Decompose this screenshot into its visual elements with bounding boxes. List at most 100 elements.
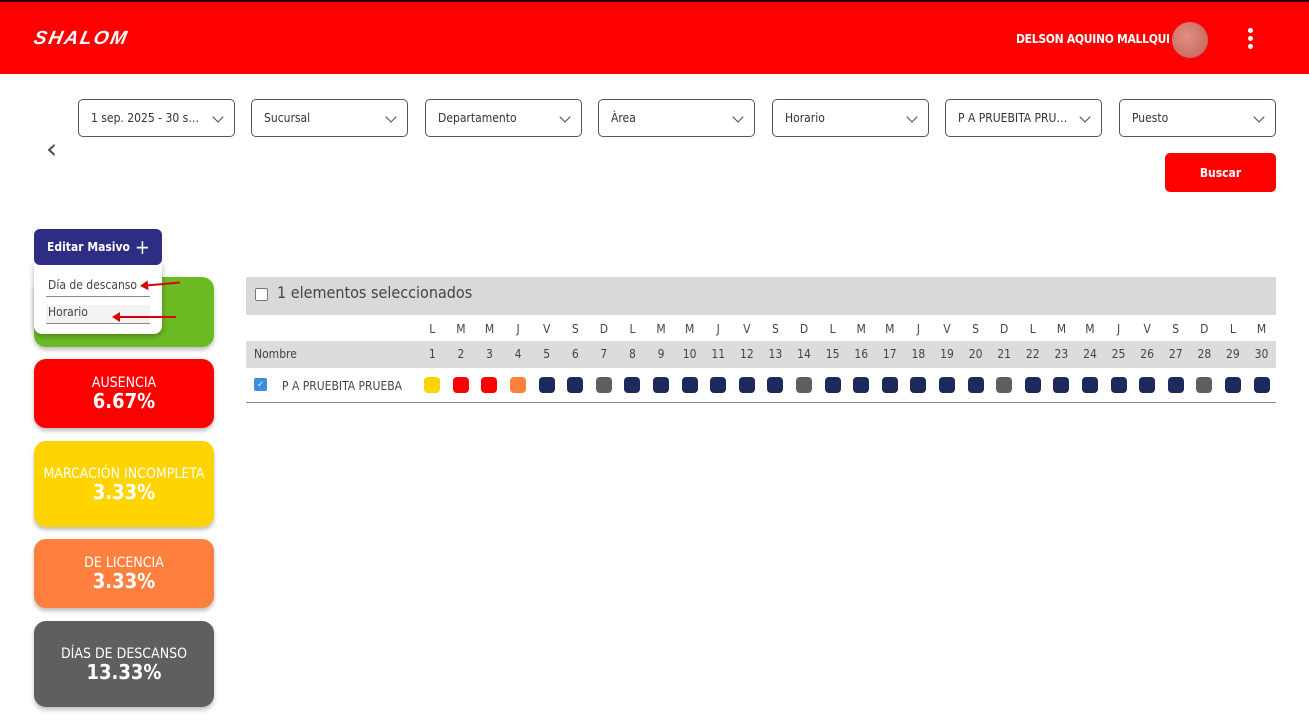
weekday-label: S xyxy=(761,318,790,341)
bulk-edit-button[interactable]: Editar Masivo+ xyxy=(34,229,162,265)
day-number: 25 xyxy=(1104,341,1133,368)
day-status-horario[interactable] xyxy=(739,377,755,393)
filter-value: Sucursal xyxy=(264,111,310,125)
day-status-descanso[interactable] xyxy=(1196,377,1212,393)
day-number: 8 xyxy=(618,341,647,368)
annotation-arrow xyxy=(118,316,176,318)
more-options-icon[interactable] xyxy=(1243,28,1257,52)
day-status-horario[interactable] xyxy=(1111,377,1127,393)
weekday-label: M xyxy=(1076,318,1105,341)
filter-horario[interactable]: Horario xyxy=(772,99,929,137)
day-status-horario[interactable] xyxy=(910,377,926,393)
filter-value: P A PRUEBITA PRUEBA xyxy=(958,111,1078,125)
day-status-descanso[interactable] xyxy=(996,377,1012,393)
filter-value: Àrea xyxy=(611,111,636,125)
summary-card[interactable]: AUSENCIA6.67% xyxy=(34,359,214,428)
filter-date-range[interactable]: 1 sep. 2025 - 30 sep. 2025 xyxy=(78,99,235,137)
day-number: 5 xyxy=(532,341,561,368)
menu-item-dia-de-descanso[interactable]: Día de descanso xyxy=(46,278,150,297)
card-percentage: 3.33% xyxy=(34,571,214,592)
day-status-horario[interactable] xyxy=(682,377,698,393)
weekday-label: V xyxy=(933,318,962,341)
day-status-licencia[interactable] xyxy=(510,377,526,393)
menu-item-horario[interactable]: Horario xyxy=(46,305,150,324)
day-status-horario[interactable] xyxy=(710,377,726,393)
summary-card[interactable]: DE LICENCIA3.33% xyxy=(34,539,214,608)
day-status-horario[interactable] xyxy=(1082,377,1098,393)
select-all-checkbox[interactable] xyxy=(255,288,268,301)
day-number: 6 xyxy=(561,341,590,368)
weekday-label: L xyxy=(418,318,447,341)
chevron-down-icon xyxy=(1079,111,1090,122)
day-status-incompleta[interactable] xyxy=(424,377,440,393)
day-status-horario[interactable] xyxy=(1225,377,1241,393)
day-status-horario[interactable] xyxy=(653,377,669,393)
selection-bar: 1 elementos seleccionados xyxy=(246,277,1276,315)
day-status-horario[interactable] xyxy=(767,377,783,393)
shalom-logo[interactable]: SHALOM xyxy=(32,28,131,50)
name-column-header: Nombre xyxy=(246,341,418,368)
day-status-horario[interactable] xyxy=(539,377,555,393)
card-percentage: 6.67% xyxy=(34,391,214,412)
day-status-horario[interactable] xyxy=(1139,377,1155,393)
day-status-horario[interactable] xyxy=(968,377,984,393)
weekday-label: M xyxy=(847,318,876,341)
search-button[interactable]: Buscar xyxy=(1165,153,1276,192)
weekday-label: D xyxy=(590,318,619,341)
day-number: 30 xyxy=(1247,341,1276,368)
day-status-horario[interactable] xyxy=(1025,377,1041,393)
weekday-label: M xyxy=(447,318,476,341)
day-status-horario[interactable] xyxy=(567,377,583,393)
weekday-label: J xyxy=(1104,318,1133,341)
day-status-descanso[interactable] xyxy=(796,377,812,393)
row-checkbox[interactable]: ✓ xyxy=(254,378,267,391)
filter-departamento[interactable]: Departamento xyxy=(425,99,582,137)
day-status-ausencia[interactable] xyxy=(481,377,497,393)
day-status-horario[interactable] xyxy=(624,377,640,393)
day-status-horario[interactable] xyxy=(882,377,898,393)
summary-card[interactable]: MARCACIÓN INCOMPLETA3.33% xyxy=(34,441,214,527)
day-status-ausencia[interactable] xyxy=(453,377,469,393)
top-bar: SHALOM DELSON AQUINO MALLQUI xyxy=(0,0,1309,74)
weekday-label: J xyxy=(504,318,533,341)
filter-puesto[interactable]: Puesto xyxy=(1119,99,1276,137)
day-number: 22 xyxy=(1018,341,1047,368)
day-number: 2 xyxy=(447,341,476,368)
day-number: 23 xyxy=(1047,341,1076,368)
weekday-label: L xyxy=(818,318,847,341)
chevron-down-icon xyxy=(1253,111,1264,122)
weekday-label: M xyxy=(647,318,676,341)
weekday-label: S xyxy=(961,318,990,341)
day-status-horario[interactable] xyxy=(1053,377,1069,393)
back-chevron-icon[interactable]: ‹ xyxy=(46,132,57,165)
day-status-horario[interactable] xyxy=(1254,377,1270,393)
weekday-label: V xyxy=(532,318,561,341)
day-number: 21 xyxy=(990,341,1019,368)
selection-count: 1 elementos seleccionados xyxy=(277,283,472,302)
filter-sucursal[interactable]: Sucursal xyxy=(251,99,408,137)
day-status-horario[interactable] xyxy=(853,377,869,393)
card-percentage: 13.33% xyxy=(34,662,214,683)
day-status-horario[interactable] xyxy=(825,377,841,393)
day-status-descanso[interactable] xyxy=(596,377,612,393)
weekday-label: L xyxy=(1018,318,1047,341)
avatar[interactable] xyxy=(1172,22,1208,58)
summary-card[interactable]: DÍAS DE DESCANSO13.33% xyxy=(34,621,214,707)
filter-area[interactable]: Àrea xyxy=(598,99,755,137)
weekday-label: S xyxy=(561,318,590,341)
weekday-label: D xyxy=(990,318,1019,341)
day-number: 3 xyxy=(475,341,504,368)
chevron-down-icon xyxy=(732,111,743,122)
plus-icon: + xyxy=(135,229,150,265)
employee-name: P A PRUEBITA PRUEBA xyxy=(282,379,402,393)
weekday-label: V xyxy=(733,318,762,341)
chevron-down-icon xyxy=(385,111,396,122)
weekday-label: S xyxy=(1161,318,1190,341)
weekday-label: L xyxy=(1219,318,1248,341)
filter-value: Departamento xyxy=(438,111,517,125)
filter-employee[interactable]: P A PRUEBITA PRUEBA xyxy=(945,99,1102,137)
day-number: 9 xyxy=(647,341,676,368)
day-status-horario[interactable] xyxy=(939,377,955,393)
day-status-horario[interactable] xyxy=(1168,377,1184,393)
day-number: 26 xyxy=(1133,341,1162,368)
